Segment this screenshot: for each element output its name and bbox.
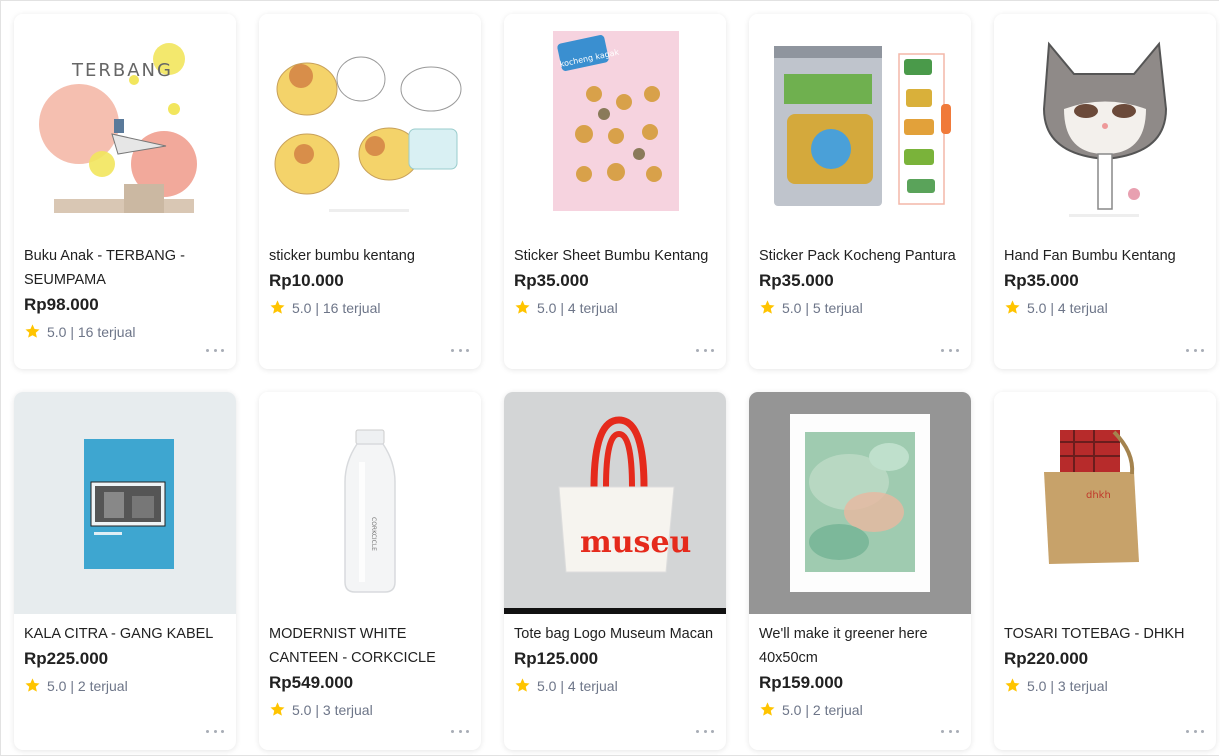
product-rating: 5.0 | 2 terjual — [24, 677, 226, 694]
product-price: Rp98.000 — [24, 295, 99, 314]
rating-value: 5.0 — [292, 299, 312, 316]
product-card[interactable]: museu Tote bag Logo Museum Macan Rp125.0… — [504, 392, 726, 750]
product-image[interactable]: museu — [504, 392, 726, 614]
rating-value: 5.0 — [537, 677, 557, 694]
more-options-icon[interactable] — [451, 345, 469, 355]
product-rating: 5.0 | 2 terjual — [759, 701, 961, 718]
product-name[interactable]: We'll make it greener here 40x50cm — [759, 622, 961, 670]
product-card[interactable]: TERBANG Buku Anak - TERBANG - SEUMPAMA R… — [14, 14, 236, 369]
product-card[interactable]: Hand Fan Bumbu Kentang Rp35.000 5.0 | 4 … — [994, 14, 1216, 369]
star-icon — [270, 702, 285, 716]
star-icon — [760, 702, 775, 716]
product-card[interactable]: sticker bumbu kentang Rp10.000 5.0 | 16 … — [259, 14, 481, 369]
product-card[interactable]: dhkh TOSARI TOTEBAG - DHKH Rp220.000 5.0… — [994, 392, 1216, 750]
star-icon — [760, 300, 775, 314]
rating-value: 5.0 — [47, 323, 67, 340]
rating-value: 5.0 — [537, 299, 557, 316]
product-image[interactable]: TERBANG — [14, 14, 236, 236]
sold-count: 3 terjual — [1057, 677, 1108, 694]
more-options-icon[interactable] — [696, 726, 714, 736]
product-price: Rp35.000 — [1004, 271, 1079, 290]
product-image[interactable] — [749, 14, 971, 236]
product-rating: 5.0 | 5 terjual — [759, 299, 961, 316]
product-name[interactable]: MODERNIST WHITE CANTEEN - CORKCICLE — [269, 622, 471, 670]
product-image[interactable]: kocheng kagak — [504, 14, 726, 236]
totebag-logo-text: dhkh — [1086, 490, 1111, 501]
sold-count: 16 terjual — [322, 299, 381, 316]
sold-count: 2 terjual — [812, 701, 863, 718]
star-icon — [1005, 678, 1020, 692]
product-image[interactable]: CORKCICLE — [259, 392, 481, 614]
rating-value: 5.0 — [1027, 677, 1047, 694]
product-price: Rp10.000 — [269, 271, 344, 290]
product-price: Rp159.000 — [759, 673, 844, 692]
star-icon — [270, 300, 285, 314]
product-card[interactable]: Sticker Pack Kocheng Pantura Rp35.000 5.… — [749, 14, 971, 369]
product-rating: 5.0 | 3 terjual — [1004, 677, 1206, 694]
product-image[interactable] — [994, 14, 1216, 236]
rating-value: 5.0 — [1027, 299, 1047, 316]
product-rating: 5.0 | 16 terjual — [24, 323, 226, 340]
product-image[interactable] — [749, 392, 971, 614]
product-card[interactable]: kocheng kagak Sticker Sheet Bumbu Kentan… — [504, 14, 726, 369]
more-options-icon[interactable] — [451, 726, 469, 736]
product-name[interactable]: sticker bumbu kentang — [269, 244, 471, 268]
rating-value: 5.0 — [782, 299, 802, 316]
product-price: Rp35.000 — [759, 271, 834, 290]
book-title-text: TERBANG — [71, 60, 173, 81]
more-options-icon[interactable] — [696, 345, 714, 355]
product-name[interactable]: TOSARI TOTEBAG - DHKH — [1004, 622, 1206, 646]
more-options-icon[interactable] — [941, 726, 959, 736]
star-icon — [515, 678, 530, 692]
product-card[interactable]: We'll make it greener here 40x50cm Rp159… — [749, 392, 971, 750]
more-options-icon[interactable] — [1186, 345, 1204, 355]
product-name[interactable]: Tote bag Logo Museum Macan — [514, 622, 716, 646]
product-card[interactable]: KALA CITRA - GANG KABEL Rp225.000 5.0 | … — [14, 392, 236, 750]
product-name[interactable]: Hand Fan Bumbu Kentang — [1004, 244, 1206, 268]
more-options-icon[interactable] — [941, 345, 959, 355]
product-price: Rp125.000 — [514, 649, 599, 668]
sold-count: 4 terjual — [567, 299, 618, 316]
sold-count: 5 terjual — [812, 299, 863, 316]
rating-value: 5.0 — [782, 701, 802, 718]
more-options-icon[interactable] — [206, 726, 224, 736]
product-image[interactable] — [259, 14, 481, 236]
product-grid: TERBANG Buku Anak - TERBANG - SEUMPAMA R… — [14, 14, 1216, 750]
sold-count: 3 terjual — [322, 701, 373, 718]
rating-value: 5.0 — [292, 701, 312, 718]
rating-value: 5.0 — [47, 677, 67, 694]
star-icon — [1005, 300, 1020, 314]
product-price: Rp35.000 — [514, 271, 589, 290]
more-options-icon[interactable] — [1186, 726, 1204, 736]
product-price: Rp225.000 — [24, 649, 109, 668]
product-image[interactable] — [14, 392, 236, 614]
product-rating: 5.0 | 3 terjual — [269, 701, 471, 718]
product-rating: 5.0 | 4 terjual — [514, 299, 716, 316]
tote-logo-text: museu — [580, 525, 691, 560]
star-icon — [25, 324, 40, 338]
product-price: Rp220.000 — [1004, 649, 1089, 668]
product-name[interactable]: Buku Anak - TERBANG - SEUMPAMA — [24, 244, 226, 292]
product-name[interactable]: Sticker Sheet Bumbu Kentang — [514, 244, 716, 268]
product-name[interactable]: Sticker Pack Kocheng Pantura — [759, 244, 961, 268]
sold-count: 2 terjual — [77, 677, 128, 694]
product-name[interactable]: KALA CITRA - GANG KABEL — [24, 622, 226, 646]
more-options-icon[interactable] — [206, 345, 224, 355]
product-rating: 5.0 | 4 terjual — [514, 677, 716, 694]
sold-count: 4 terjual — [567, 677, 618, 694]
sold-count: 16 terjual — [77, 323, 136, 340]
star-icon — [25, 678, 40, 692]
sold-count: 4 terjual — [1057, 299, 1108, 316]
product-rating: 5.0 | 4 terjual — [1004, 299, 1206, 316]
product-card[interactable]: CORKCICLE MODERNIST WHITE CANTEEN - CORK… — [259, 392, 481, 750]
bottle-brand-text: CORKCICLE — [370, 517, 377, 551]
product-rating: 5.0 | 16 terjual — [269, 299, 471, 316]
star-icon — [515, 300, 530, 314]
product-price: Rp549.000 — [269, 673, 354, 692]
product-image[interactable]: dhkh — [994, 392, 1216, 614]
